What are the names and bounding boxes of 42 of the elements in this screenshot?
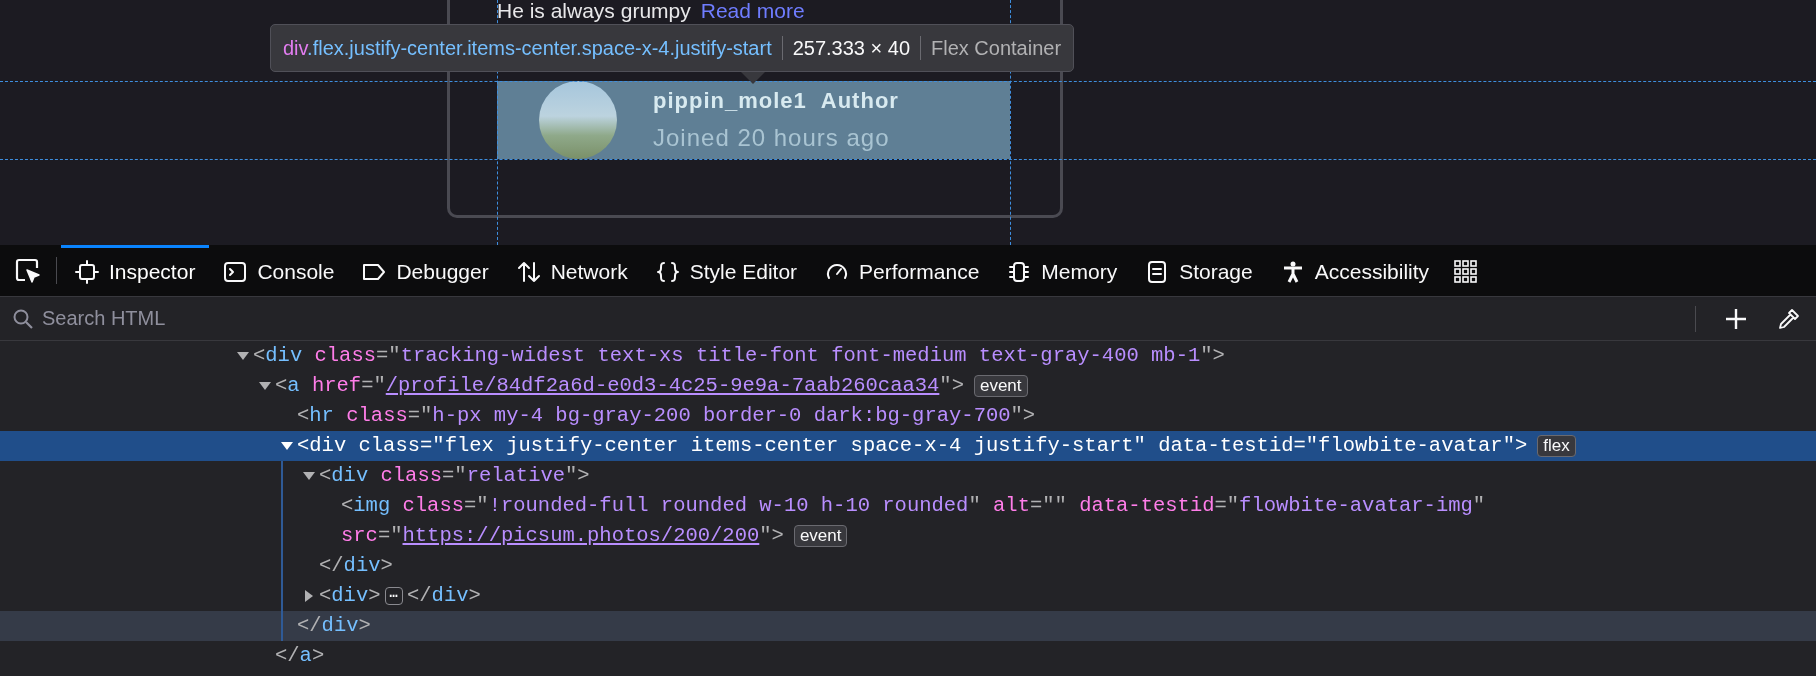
author-name: pippin_mole1 (653, 88, 807, 114)
markup-text: <div> (319, 583, 381, 609)
joined-time: Joined 20 hours ago (653, 124, 891, 152)
card-text: He is always grumpy (497, 0, 691, 24)
devtools-tab[interactable]: Console (209, 245, 349, 296)
markup-text: <img class="!rounded-full rounded w-10 h-10 rounded" alt="" data-testid="flowbite-avatar-img" (341, 493, 1486, 519)
devtools-tab[interactable]: Debugger (348, 245, 503, 296)
element-selector: div.flex.justify-center.items-center.space-x-4.justify-start (283, 36, 772, 60)
markup-text: <div class="flex justify-center items-center space-x-4 justify-start" data-testid="flowbite-avatar"> (297, 433, 1528, 459)
node-badge[interactable]: event (793, 525, 848, 547)
markup-text: <div class="relative"> (319, 463, 590, 489)
up-down-arrows-icon (516, 260, 541, 284)
markup-text: <a href="/profile/84df2a6d-e0d3-4c25-9e9a-7aab260caa34"> (275, 373, 964, 399)
devtools-tab[interactable]: Storage (1131, 245, 1267, 296)
square-target-icon (75, 260, 99, 284)
devtools-tab[interactable]: Style Editor (641, 245, 812, 296)
memory-chip-icon (1007, 260, 1032, 284)
markup-text: </div> (319, 553, 393, 579)
node-badge[interactable]: flex (1537, 435, 1576, 457)
element-type: Flex Container (931, 36, 1062, 60)
devtools-tab[interactable]: Accessibility (1266, 245, 1444, 296)
devtools-tab[interactable]: Memory (993, 245, 1132, 296)
markup-text: <hr class="h-px my-4 bg-gray-200 border-0 dark:bg-gray-700"> (297, 403, 1036, 429)
curly-braces-icon (655, 260, 680, 284)
terminal-icon (223, 260, 248, 284)
element-size: 257.333 × 40 (792, 36, 911, 60)
devtools-tab[interactable]: Performance (811, 245, 994, 296)
devtools-tab[interactable]: Network (502, 245, 642, 296)
grid-icon (1453, 258, 1478, 283)
search-icon (12, 307, 34, 330)
markup-text: </div> (297, 613, 371, 639)
markup-text: src="https://picsum.photos/200/200"> (341, 523, 784, 549)
author-role: Author (820, 88, 899, 114)
read-more-link[interactable]: Read more (700, 0, 805, 24)
plus-icon (1724, 306, 1748, 331)
markup-text: </a> (275, 643, 325, 669)
expand-ellipsis-button[interactable]: ⋯ (384, 587, 403, 605)
cursor-in-frame-icon (14, 256, 42, 285)
markup-text: <div class="tracking-widest text-xs title-font font-medium text-gray-400 mb-1"> (253, 343, 1225, 369)
node-badge[interactable]: event (973, 375, 1028, 397)
markup-text: </div> (406, 583, 481, 609)
search-field[interactable]: Search HTML (40, 306, 1681, 331)
